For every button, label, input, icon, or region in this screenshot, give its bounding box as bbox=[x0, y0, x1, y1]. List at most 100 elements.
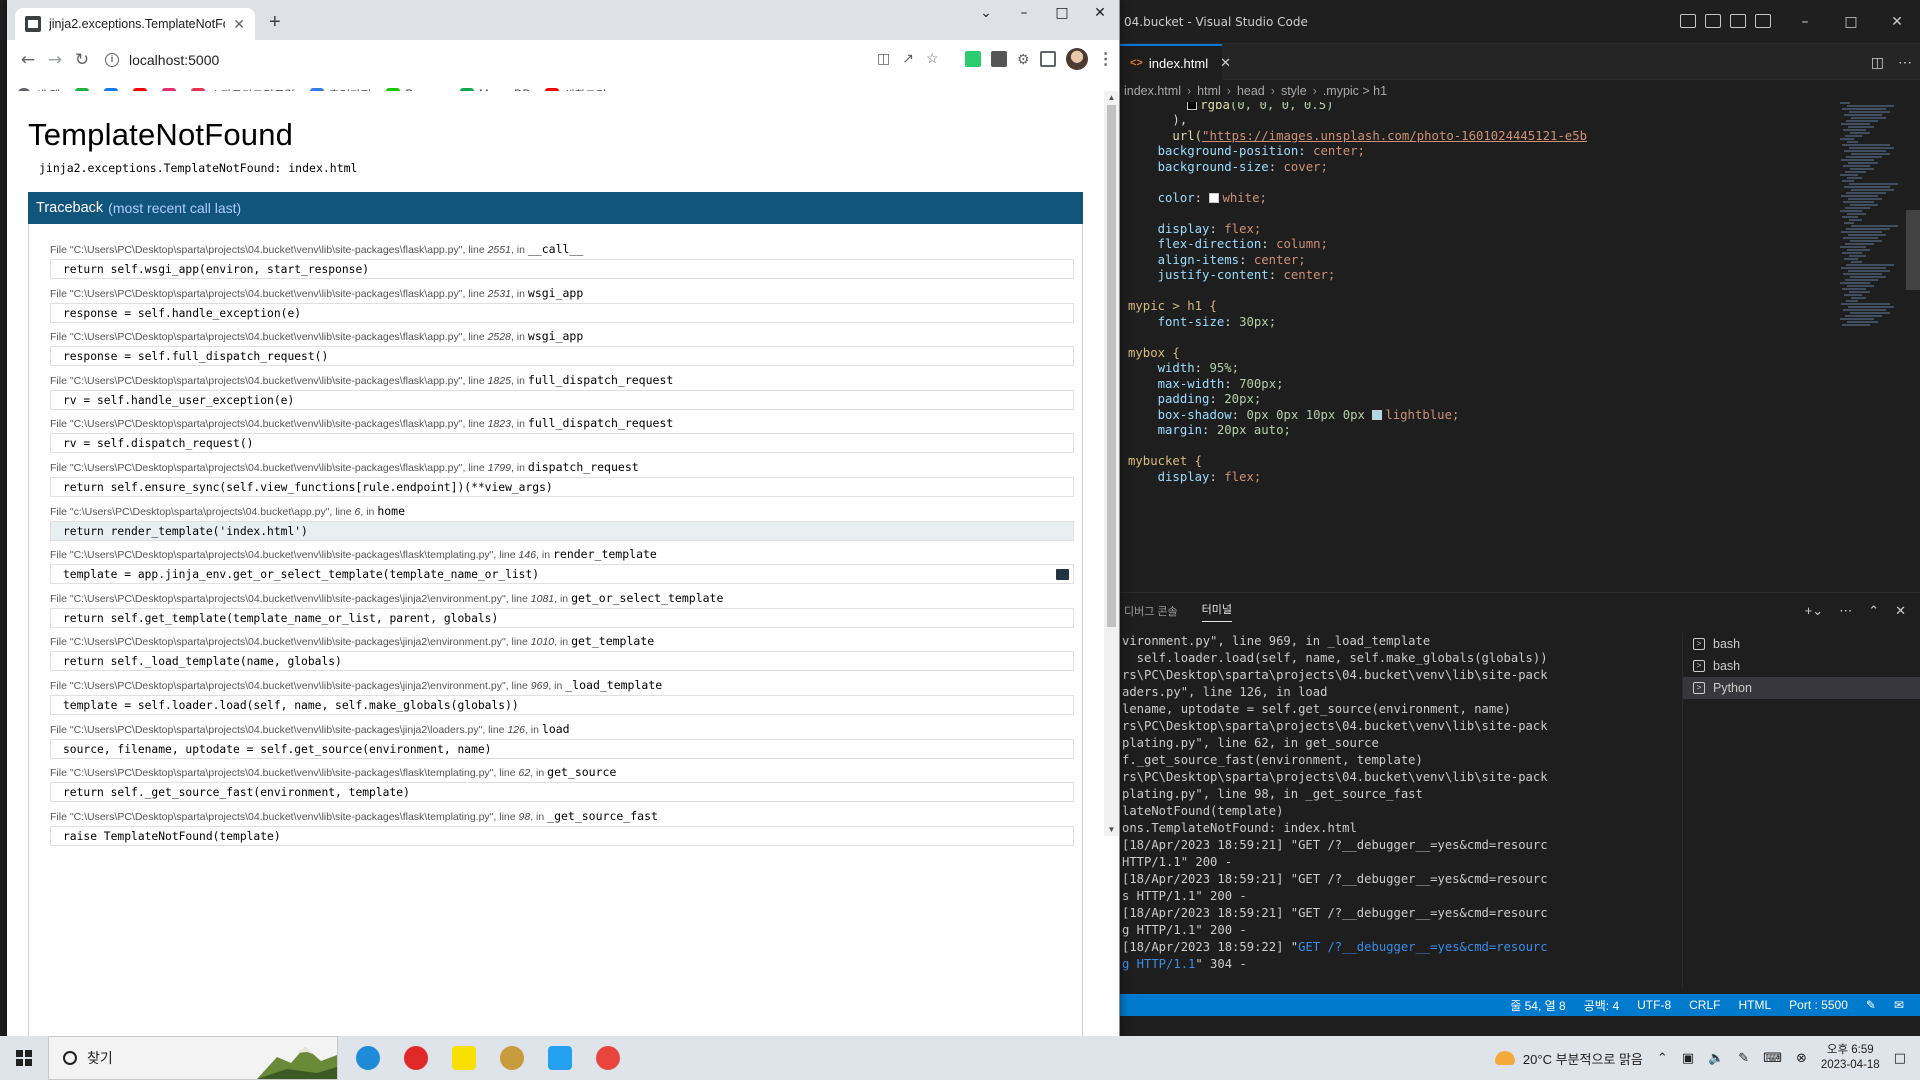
status-spaces[interactable]: 공백: 4 bbox=[1584, 997, 1619, 1014]
breadcrumb-item[interactable]: html bbox=[1197, 84, 1221, 98]
chrome-taskbar-button[interactable] bbox=[584, 1036, 632, 1080]
split-editor-icon[interactable]: ◫ bbox=[1871, 54, 1884, 71]
close-panel-icon[interactable]: ✕ bbox=[1895, 603, 1906, 619]
frame-source-line[interactable]: return render_template('index.html') bbox=[50, 520, 1074, 541]
terminal-item[interactable]: > bash bbox=[1683, 633, 1920, 655]
more-actions-icon[interactable]: ⋯ bbox=[1898, 54, 1912, 71]
frame-source-line[interactable]: response = self.full_dispatch_request() bbox=[50, 346, 1074, 367]
scroll-down-icon[interactable]: ▼ bbox=[1104, 825, 1119, 834]
status-encoding[interactable]: UTF-8 bbox=[1637, 998, 1671, 1012]
frame-source-line[interactable]: rv = self.handle_user_exception(e) bbox=[50, 389, 1074, 410]
frame-source-line[interactable]: source, filename, uptodate = self.get_so… bbox=[50, 738, 1074, 759]
customize-layout-icon[interactable] bbox=[1755, 14, 1771, 28]
side-panel-icon[interactable] bbox=[1039, 51, 1056, 67]
new-tab-icon[interactable]: + bbox=[269, 12, 281, 32]
show-hidden-icons-icon[interactable]: ⌃ bbox=[1657, 1051, 1668, 1066]
terminal-item[interactable]: > Python bbox=[1683, 677, 1920, 699]
close-icon[interactable]: ✕ bbox=[1081, 0, 1119, 26]
tab-close-icon[interactable]: ✕ bbox=[233, 16, 245, 33]
frame-source-line[interactable]: return self.ensure_sync(self.view_functi… bbox=[50, 477, 1074, 497]
minimize-icon[interactable]: – bbox=[1782, 0, 1828, 44]
terminal-item[interactable]: > bash bbox=[1683, 655, 1920, 677]
breadcrumb-item[interactable]: index.html bbox=[1124, 84, 1181, 98]
frame-source-line[interactable]: return self.get_template(template_name_o… bbox=[50, 607, 1074, 628]
vscode-titlebar: 04.bucket - Visual Studio Code – □ ✕ bbox=[1120, 0, 1920, 44]
frame-source-line[interactable]: response = self.handle_exception(e) bbox=[50, 302, 1074, 323]
tab-terminal[interactable]: 터미널 bbox=[1201, 601, 1233, 622]
start-button[interactable] bbox=[0, 1036, 48, 1080]
extension-icon[interactable] bbox=[991, 51, 1007, 67]
share-icon[interactable]: ↗ bbox=[902, 50, 914, 67]
device-icon[interactable]: ▣ bbox=[1682, 1051, 1694, 1066]
translate-icon[interactable]: ◫ bbox=[877, 50, 890, 67]
frame-source-line[interactable]: return self._load_template(name, globals… bbox=[50, 651, 1074, 672]
profile-avatar[interactable] bbox=[1065, 48, 1088, 70]
console-icon[interactable] bbox=[1056, 569, 1069, 581]
new-terminal-icon[interactable]: +⌄ bbox=[1805, 603, 1823, 619]
status-eol[interactable]: CRLF bbox=[1689, 998, 1720, 1012]
code-editor[interactable]: rgba(0, 0, 0, 0.5), rgba(0, 0, 0, 0.5) )… bbox=[1120, 102, 1870, 592]
clock[interactable]: 오후 6:59 2023-04-18 bbox=[1821, 1043, 1880, 1073]
maximize-icon[interactable]: □ bbox=[1828, 0, 1874, 44]
toggle-secondary-sidebar-icon[interactable] bbox=[1730, 14, 1746, 28]
frame-source-line[interactable]: return self._get_source_fast(environment… bbox=[50, 782, 1074, 803]
keyboard-icon[interactable]: ⌨ bbox=[1763, 1051, 1782, 1066]
url-text[interactable]: localhost:5000 bbox=[129, 52, 219, 68]
feedback-icon[interactable]: ✎ bbox=[1866, 998, 1876, 1012]
reload-icon[interactable]: ↻ bbox=[69, 50, 95, 70]
edge-taskbar-button[interactable] bbox=[344, 1036, 392, 1080]
scroll-up-icon[interactable]: ▲ bbox=[1104, 93, 1119, 102]
extensions-puzzle-icon[interactable]: ⚙ bbox=[1017, 51, 1030, 68]
breadcrumb-item[interactable]: .mypic > h1 bbox=[1323, 84, 1387, 98]
address-bar[interactable]: i localhost:5000 bbox=[97, 44, 957, 76]
page-scrollbar[interactable]: ▲ ▼ bbox=[1104, 91, 1119, 836]
frame-source-line[interactable]: rv = self.dispatch_request() bbox=[50, 433, 1074, 454]
vscode-taskbar-button[interactable] bbox=[536, 1036, 584, 1080]
editor-tab-index-html[interactable]: <> index.html ✕ bbox=[1120, 44, 1231, 80]
tab-search-icon[interactable]: ⌄ bbox=[967, 0, 1005, 26]
taskbar-search[interactable]: 찾기 bbox=[48, 1036, 338, 1080]
frame-source-line[interactable]: template = app.jinja_env.get_or_select_t… bbox=[50, 564, 1074, 585]
tab-close-icon[interactable]: ✕ bbox=[1220, 55, 1231, 71]
tab-debug-console[interactable]: 디버그 콘솔 bbox=[1124, 603, 1178, 619]
status-language[interactable]: HTML bbox=[1738, 998, 1771, 1012]
status-position[interactable]: 줄 54, 열 8 bbox=[1510, 997, 1565, 1014]
terminal-output[interactable]: vironment.py", line 969, in _load_templa… bbox=[1120, 633, 1670, 989]
site-info-icon[interactable]: i bbox=[105, 53, 119, 67]
pen-icon[interactable]: ✎ bbox=[1738, 1051, 1749, 1066]
extension-icon[interactable] bbox=[965, 51, 981, 67]
breadcrumb-item[interactable]: style bbox=[1281, 84, 1307, 98]
volume-icon[interactable]: 🔈 bbox=[1708, 1051, 1724, 1066]
color-swatch[interactable] bbox=[1372, 409, 1383, 420]
status-live-server-port[interactable]: Port : 5500 bbox=[1789, 998, 1848, 1012]
notification-center-icon[interactable]: □ bbox=[1894, 1051, 1906, 1066]
back-icon[interactable]: ← bbox=[15, 50, 41, 70]
network-disconnected-icon[interactable]: ⊗ bbox=[1796, 1051, 1807, 1066]
minimize-icon[interactable]: – bbox=[1005, 0, 1043, 26]
search-highlight-image bbox=[257, 1047, 337, 1079]
maximize-icon[interactable]: □ bbox=[1043, 0, 1081, 26]
browser-tab[interactable]: jinja2.exceptions.TemplateNotFo ✕ bbox=[15, 8, 255, 40]
kakaotalk-taskbar-button[interactable] bbox=[440, 1036, 488, 1080]
bookmark-star-icon[interactable]: ☆ bbox=[926, 50, 939, 67]
more-actions-icon[interactable]: ⋯ bbox=[1839, 603, 1852, 619]
scrollbar-thumb[interactable] bbox=[1107, 105, 1116, 627]
league-taskbar-button[interactable] bbox=[488, 1036, 536, 1080]
media-taskbar-button[interactable] bbox=[392, 1036, 440, 1080]
toggle-sidebar-icon[interactable] bbox=[1680, 14, 1696, 28]
color-swatch[interactable] bbox=[1187, 102, 1198, 110]
minimap[interactable] bbox=[1840, 102, 1902, 592]
toggle-panel-icon[interactable] bbox=[1705, 14, 1721, 28]
frame-source-line[interactable]: raise TemplateNotFound(template) bbox=[50, 825, 1074, 846]
kebab-menu-icon[interactable]: ⋮ bbox=[1098, 49, 1114, 69]
forward-icon[interactable]: → bbox=[42, 50, 68, 70]
frame-source-line[interactable]: return self.wsgi_app(environ, start_resp… bbox=[50, 259, 1074, 279]
breadcrumb-item[interactable]: head bbox=[1237, 84, 1265, 98]
close-icon[interactable]: ✕ bbox=[1874, 0, 1920, 44]
notifications-icon[interactable]: ✉ bbox=[1894, 998, 1904, 1012]
editor-scrollbar[interactable] bbox=[1906, 210, 1920, 290]
weather-widget[interactable]: 20°C 부분적으로 맑음 bbox=[1494, 1049, 1643, 1068]
maximize-panel-icon[interactable]: ⌃ bbox=[1868, 603, 1879, 619]
frame-source-line[interactable]: template = self.loader.load(self, name, … bbox=[50, 695, 1074, 715]
color-swatch[interactable] bbox=[1209, 192, 1220, 203]
